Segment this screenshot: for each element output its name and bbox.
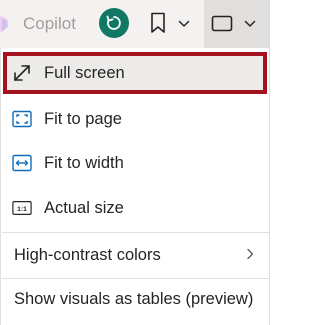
menu-item-label: High-contrast colors bbox=[14, 245, 161, 264]
fit-to-page-icon bbox=[12, 109, 32, 129]
menu-item-label: Full screen bbox=[44, 63, 125, 82]
copilot-logo-icon bbox=[0, 16, 9, 32]
view-button[interactable] bbox=[204, 0, 270, 48]
reset-button[interactable] bbox=[99, 8, 129, 38]
menu-item-label: Fit to page bbox=[44, 109, 122, 128]
actual-size-icon-text: 1:1 bbox=[17, 206, 27, 213]
chevron-down-icon bbox=[244, 20, 256, 27]
actual-size-icon: 1:1 bbox=[12, 198, 32, 218]
chevron-right-icon bbox=[247, 248, 254, 260]
view-dropdown-menu: Full screen Fit to page Fit to width 1:1… bbox=[0, 48, 270, 325]
menu-item-label: Actual size bbox=[44, 198, 124, 217]
menu-item-high-contrast-colors[interactable]: High-contrast colors bbox=[3, 234, 267, 276]
toolbar: Copilot bbox=[0, 0, 270, 49]
fit-to-width-icon bbox=[12, 153, 32, 173]
bookmark-icon bbox=[151, 12, 165, 33]
menu-item-show-visuals-as-tables[interactable]: Show visuals as tables (preview) bbox=[3, 278, 267, 320]
menu-divider bbox=[2, 232, 270, 233]
menu-item-fit-to-width[interactable]: Fit to width bbox=[3, 142, 267, 184]
menu-item-label: Show visuals as tables (preview) bbox=[14, 289, 254, 308]
menu-item-label: Fit to width bbox=[44, 153, 124, 172]
copilot-label: Copilot bbox=[23, 14, 76, 33]
full-screen-icon bbox=[12, 63, 32, 83]
menu-item-fit-to-page[interactable]: Fit to page bbox=[3, 98, 267, 140]
view-rectangle-icon bbox=[211, 15, 233, 32]
menu-item-full-screen[interactable]: Full screen bbox=[3, 52, 267, 94]
bookmark-button[interactable] bbox=[146, 8, 194, 38]
reset-icon bbox=[106, 15, 121, 30]
menu-item-actual-size[interactable]: 1:1 Actual size bbox=[3, 187, 267, 229]
report-view-page: Copilot Full screen Fit to page Fit to w… bbox=[0, 0, 270, 325]
chevron-down-icon bbox=[178, 20, 190, 27]
